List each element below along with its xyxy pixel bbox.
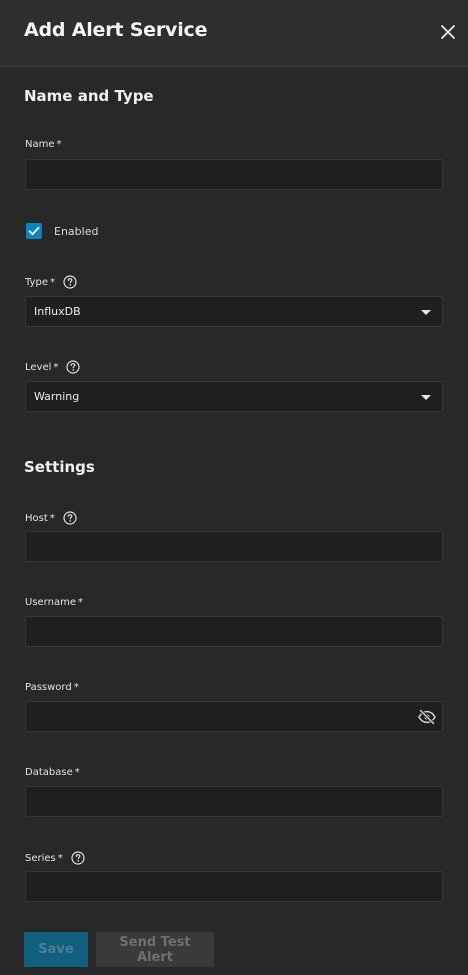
enabled-label: Enabled: [54, 224, 99, 238]
type-help-icon[interactable]: [63, 275, 77, 289]
password-field[interactable]: [25, 701, 443, 732]
series-input[interactable]: [26, 872, 442, 901]
dialog-title: Add Alert Service: [24, 19, 208, 41]
series-help-icon[interactable]: [71, 851, 85, 865]
database-input[interactable]: [26, 787, 442, 816]
dialog-header: Add Alert Service: [0, 0, 468, 67]
enabled-checkbox-row[interactable]: Enabled: [26, 223, 98, 239]
username-field[interactable]: [25, 616, 443, 647]
name-label: Name *: [25, 139, 62, 150]
send-test-alert-button[interactable]: Send Test Alert: [96, 932, 214, 967]
host-input[interactable]: [26, 532, 442, 561]
enabled-checkbox[interactable]: [26, 223, 42, 239]
database-label: Database *: [25, 767, 80, 778]
add-alert-service-panel: Add Alert Service Name and Type Name * En…: [0, 0, 468, 975]
save-button[interactable]: Save: [24, 932, 88, 967]
host-help-icon[interactable]: [63, 511, 77, 525]
type-select[interactable]: InfluxDB: [25, 296, 443, 327]
chevron-down-icon: [421, 395, 431, 400]
close-button[interactable]: [438, 22, 458, 42]
close-icon: [441, 25, 455, 39]
series-field[interactable]: [25, 871, 443, 902]
toggle-password-visibility-button[interactable]: [418, 708, 436, 726]
level-label: Level *: [25, 360, 81, 374]
check-icon: [28, 226, 40, 236]
password-label: Password *: [25, 682, 79, 693]
database-field[interactable]: [25, 786, 443, 817]
username-input[interactable]: [26, 617, 442, 646]
host-field[interactable]: [25, 531, 443, 562]
level-select[interactable]: Warning: [25, 381, 443, 412]
section-title-settings: Settings: [24, 458, 95, 476]
type-label: Type *: [25, 275, 77, 289]
section-title-name-and-type: Name and Type: [24, 87, 154, 105]
type-select-value: InfluxDB: [34, 305, 81, 318]
level-select-value: Warning: [34, 390, 80, 403]
username-label: Username *: [25, 597, 83, 608]
name-input[interactable]: [26, 160, 442, 189]
chevron-down-icon: [421, 310, 431, 315]
eye-off-icon: [418, 708, 436, 726]
password-input[interactable]: [26, 702, 442, 731]
level-help-icon[interactable]: [66, 360, 81, 374]
name-field[interactable]: [25, 159, 443, 190]
series-label: Series *: [25, 851, 85, 865]
host-label: Host *: [25, 511, 77, 525]
